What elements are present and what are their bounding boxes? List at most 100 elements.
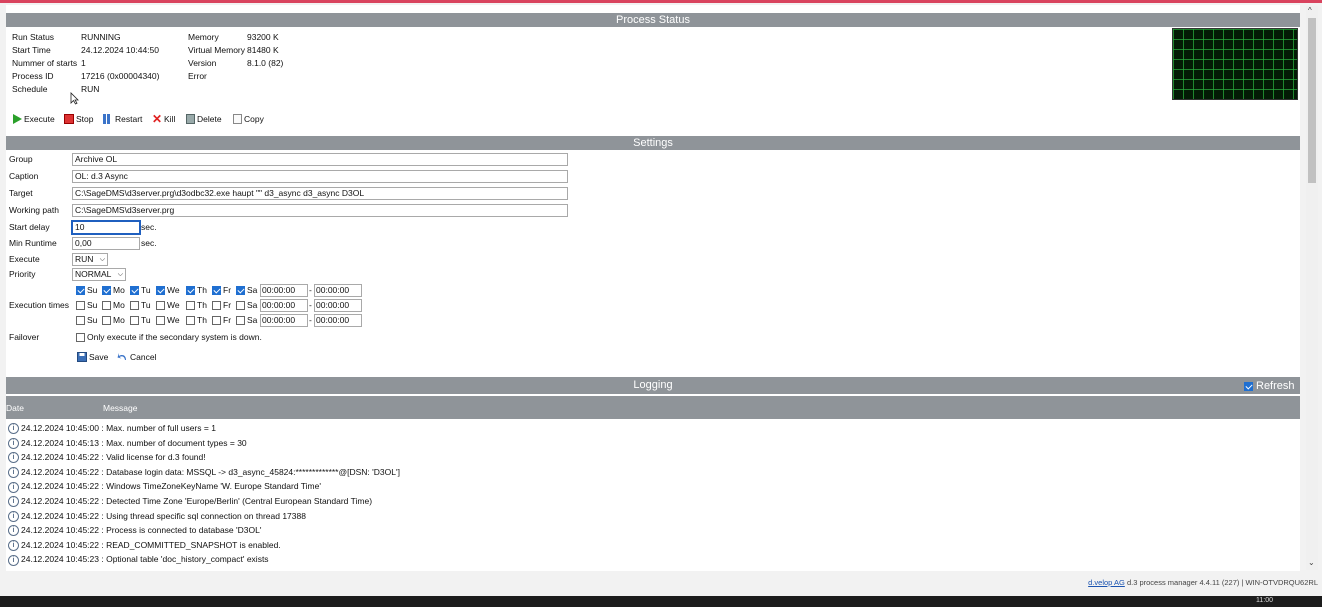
day-checkbox[interactable] <box>186 315 195 325</box>
day-option-mo[interactable]: Mo <box>102 284 125 296</box>
time-range-separator: - <box>309 300 312 310</box>
day-option-th[interactable]: Th <box>186 314 207 326</box>
day-option-we[interactable]: We <box>156 314 180 326</box>
execute-select[interactable]: RUN ⌵ <box>72 253 108 266</box>
day-option-fr[interactable]: Fr <box>212 314 231 326</box>
day-checkbox[interactable] <box>236 285 245 295</box>
day-checkbox[interactable] <box>212 315 221 325</box>
working-path-label: Working path <box>9 205 59 215</box>
min-runtime-input[interactable]: 0,00 <box>72 237 140 250</box>
log-date: 24.12.2024 10:45:22 <box>21 496 99 506</box>
day-option-tu[interactable]: Tu <box>130 284 151 296</box>
day-option-we[interactable]: We <box>156 299 180 311</box>
time-from-input[interactable]: 00:00:00 <box>260 314 308 327</box>
failover-checkbox[interactable] <box>76 332 85 342</box>
day-option-su[interactable]: Su <box>76 284 97 296</box>
time-to-input[interactable]: 00:00:00 <box>314 299 362 312</box>
copy-button[interactable]: Copy <box>233 113 264 125</box>
start-delay-unit: sec. <box>141 222 157 232</box>
day-option-we[interactable]: We <box>156 284 180 296</box>
column-header-message[interactable]: Message <box>103 403 138 413</box>
log-row: i 24.12.2024 10:45:22 : Process is connec… <box>6 523 261 538</box>
priority-select[interactable]: NORMAL ⌵ <box>72 268 126 281</box>
log-message: : Optional table 'doc_history_compact' e… <box>99 554 269 565</box>
start-time-value: 24.12.2024 10:44:50 <box>81 45 159 55</box>
day-option-sa[interactable]: Sa <box>236 299 257 311</box>
time-to-input[interactable]: 00:00:00 <box>314 284 362 297</box>
day-option-th[interactable]: Th <box>186 299 207 311</box>
day-checkbox[interactable] <box>212 300 221 310</box>
day-option-fr[interactable]: Fr <box>212 299 231 311</box>
time-range-separator: - <box>309 285 312 295</box>
save-button[interactable]: Save <box>77 351 108 363</box>
day-label: Sa <box>247 300 258 310</box>
day-checkbox[interactable] <box>212 285 221 295</box>
day-label: Su <box>87 315 98 325</box>
time-from-input[interactable]: 00:00:00 <box>260 299 308 312</box>
day-checkbox[interactable] <box>130 285 139 295</box>
day-checkbox[interactable] <box>130 315 139 325</box>
restart-button[interactable]: Restart <box>103 113 142 125</box>
log-row: i 24.12.2024 10:45:22 : Detected Time Zon… <box>6 494 372 509</box>
time-to-input[interactable]: 00:00:00 <box>314 314 362 327</box>
cancel-button[interactable]: Cancel <box>117 351 156 363</box>
day-checkbox[interactable] <box>130 300 139 310</box>
mouse-cursor-icon <box>70 92 79 105</box>
day-checkbox[interactable] <box>186 285 195 295</box>
scrollbar-thumb[interactable] <box>1308 18 1316 183</box>
failover-label: Failover <box>9 332 40 342</box>
start-delay-input[interactable]: 10 <box>72 221 140 234</box>
log-message: : Database login data: MSSQL -> d3_async… <box>99 466 400 477</box>
refresh-checkbox[interactable] <box>1244 381 1253 391</box>
day-option-sa[interactable]: Sa <box>236 314 257 326</box>
trash-icon <box>186 114 195 124</box>
day-option-sa[interactable]: Sa <box>236 284 257 296</box>
dvelop-link[interactable]: d.velop AG <box>1088 578 1125 587</box>
save-label: Save <box>89 352 109 362</box>
day-checkbox[interactable] <box>76 285 85 295</box>
target-input[interactable]: C:\SageDMS\d3server.prg\d3odbc32.exe hau… <box>72 187 568 200</box>
day-option-mo[interactable]: Mo <box>102 299 125 311</box>
log-message: : Detected Time Zone 'Europe/Berlin' (Ce… <box>99 496 373 506</box>
refresh-toggle[interactable]: Refresh <box>1244 379 1295 393</box>
working-path-input[interactable]: C:\SageDMS\d3server.prg <box>72 204 568 217</box>
delete-button[interactable]: Delete <box>186 113 222 125</box>
stop-button[interactable]: Stop <box>64 113 94 125</box>
day-checkbox[interactable] <box>236 315 245 325</box>
day-checkbox[interactable] <box>102 315 111 325</box>
day-checkbox[interactable] <box>102 300 111 310</box>
day-checkbox[interactable] <box>186 300 195 310</box>
day-checkbox[interactable] <box>76 300 85 310</box>
stop-icon <box>64 114 74 124</box>
day-checkbox[interactable] <box>102 285 111 295</box>
memory-value: 93200 K <box>247 32 279 42</box>
info-icon: i <box>8 540 19 552</box>
chevron-down-icon[interactable]: ⌄ <box>1308 558 1315 568</box>
time-from-input[interactable]: 00:00:00 <box>260 284 308 297</box>
day-option-tu[interactable]: Tu <box>130 314 151 326</box>
day-checkbox[interactable] <box>156 300 165 310</box>
failover-option[interactable]: Only execute if the secondary system is … <box>76 331 262 343</box>
group-input[interactable]: Archive OL <box>72 153 568 166</box>
info-icon: i <box>8 423 19 435</box>
log-date: 24.12.2024 10:45:13 <box>21 437 99 448</box>
log-row: i 24.12.2024 10:45:22 : Database login da… <box>6 465 400 480</box>
status-label: Process ID <box>12 71 54 81</box>
day-option-th[interactable]: Th <box>186 284 207 296</box>
restart-label: Restart <box>115 114 143 124</box>
column-header-date[interactable]: Date <box>6 403 24 413</box>
day-option-su[interactable]: Su <box>76 299 97 311</box>
day-checkbox[interactable] <box>236 300 245 310</box>
vertical-scrollbar[interactable]: ^ ⌄ <box>1306 6 1318 570</box>
day-checkbox[interactable] <box>156 315 165 325</box>
day-option-su[interactable]: Su <box>76 314 97 326</box>
execute-button[interactable]: Execute <box>13 113 55 125</box>
caption-input[interactable]: OL: d.3 Async <box>72 170 568 183</box>
day-option-mo[interactable]: Mo <box>102 314 125 326</box>
day-option-fr[interactable]: Fr <box>212 284 231 296</box>
kill-button[interactable]: ✕ Kill <box>152 113 175 125</box>
chevron-up-icon[interactable]: ^ <box>1308 6 1312 16</box>
day-checkbox[interactable] <box>156 285 165 295</box>
day-option-tu[interactable]: Tu <box>130 299 151 311</box>
day-checkbox[interactable] <box>76 315 85 325</box>
